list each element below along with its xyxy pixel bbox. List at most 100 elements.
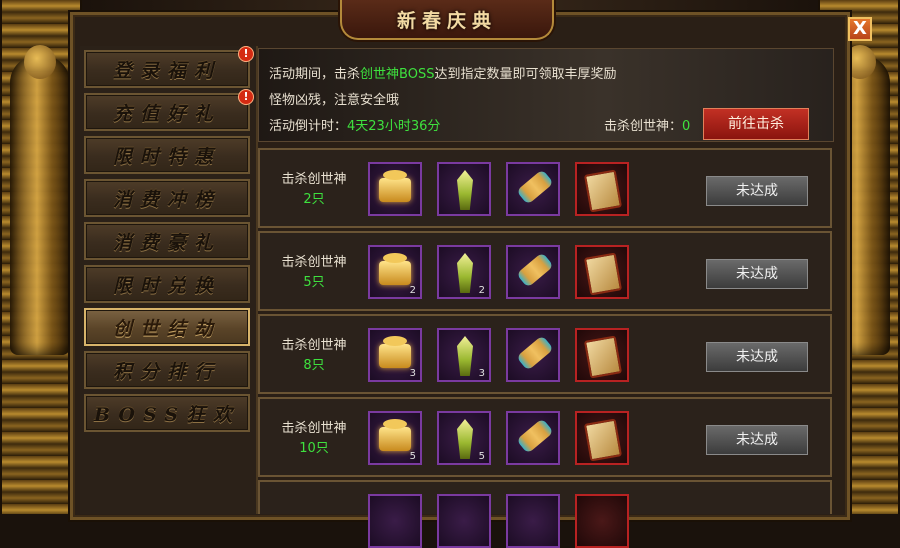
reward-item-crystal[interactable]: 5 [437,411,491,465]
reward-item-scroll[interactable] [506,328,560,382]
reward-item-crystal[interactable]: 3 [437,328,491,382]
reward-item-crystal[interactable]: 2 [437,245,491,299]
claim-status-button[interactable]: 未达成 [706,425,808,455]
reward-row: 击杀创世神 8只 3 3 未达成 [258,314,832,394]
reward-item-token-book[interactable] [575,494,629,548]
item-qty: 2 [409,285,416,296]
reward-item-gold-chest[interactable]: 2 [368,245,422,299]
token-book-icon [583,335,623,379]
sidebar-item-label: 创世结劫 [112,317,221,340]
sidebar-item-genesis-calamity[interactable]: 创世结劫 [84,308,250,346]
requirement-label: 击杀创世神 [281,421,347,436]
scroll-icon [516,169,554,205]
reward-row: 击杀创世神 5只 2 2 未达成 [258,231,832,311]
countdown-label: 活动倒计时： [269,119,348,134]
event-description: 活动期间，击杀创世神BOSS达到指定数量即可领取丰厚奖励 [269,63,616,82]
token-book-icon [583,418,623,462]
sidebar-item-label: 充值好礼 [112,102,221,125]
kill-counter: 击杀创世神：0 [604,115,690,134]
crystal-icon [457,336,473,376]
reward-requirement: 击杀创世神 8只 [264,336,364,376]
requirement-label: 击杀创世神 [281,338,347,353]
countdown: 活动倒计时：4天23小时36分 [269,115,440,134]
reward-item-gold-chest[interactable] [368,494,422,548]
alert-badge: ! [238,89,254,105]
requirement-count: 8只 [303,358,325,373]
countdown-value: 4天23小时36分 [347,119,441,134]
claim-status-button[interactable]: 未达成 [706,176,808,206]
sidebar-item-label: 消费冲榜 [112,188,221,211]
description-suffix: 达到指定数量即可领取丰厚奖励 [434,67,617,82]
reward-item-scroll[interactable] [506,162,560,216]
left-guardian-statue [10,45,70,355]
window-title: 新春庆典 [396,9,497,32]
reward-row: 击杀创世神 10只 5 5 未达成 [258,397,832,477]
requirement-count: 2只 [303,192,325,207]
reward-item-crystal[interactable] [437,162,491,216]
reward-item-scroll[interactable] [506,494,560,548]
event-info-panel: 活动期间，击杀创世神BOSS达到指定数量即可领取丰厚奖励 怪物凶残，注意安全哦 … [258,48,834,142]
gold-chest-icon [379,419,411,451]
window-title-plate: 新春庆典 [340,0,554,40]
sidebar-item-flash-sale[interactable]: 限时特惠 [84,136,250,174]
go-kill-button[interactable]: 前往击杀 [703,108,809,140]
scroll-icon [516,252,554,288]
token-book-icon [583,169,623,213]
sidebar-item-label: 限时兑换 [112,274,221,297]
sidebar-item-points-ranking[interactable]: 积分排行 [84,351,250,389]
claim-status-button[interactable]: 未达成 [706,259,808,289]
sidebar-item-spend-ranking[interactable]: 消费冲榜 [84,179,250,217]
reward-item-token-book[interactable] [575,411,629,465]
reward-requirement: 击杀创世神 10只 [264,419,364,459]
sidebar-item-login-bonus[interactable]: 登录福利 ! [84,46,254,88]
sidebar-item-boss-carnival[interactable]: BOSS狂欢 [84,394,250,432]
reward-item-crystal[interactable] [437,494,491,548]
crystal-icon [457,419,473,459]
sidebar-item-label: 消费豪礼 [112,231,221,254]
reward-item-scroll[interactable] [506,411,560,465]
warning-text: 怪物凶残，注意安全哦 [269,93,400,108]
gold-chest-icon [379,336,411,368]
reward-item-scroll[interactable] [506,245,560,299]
item-qty: 5 [409,451,416,462]
reward-item-gold-chest[interactable]: 3 [368,328,422,382]
claim-status-button[interactable]: 未达成 [706,342,808,372]
kill-counter-value: 0 [682,119,691,134]
sidebar-item-limited-exchange[interactable]: 限时兑换 [84,265,250,303]
sidebar-item-label: 登录福利 [112,59,221,82]
gold-chest-icon [379,253,411,285]
item-qty: 2 [478,285,485,296]
sidebar-item-spend-gift[interactable]: 消费豪礼 [84,222,250,260]
token-book-icon [583,252,623,296]
requirement-label: 击杀创世神 [281,172,347,187]
crystal-icon [457,170,473,210]
scroll-icon [516,335,554,371]
sidebar: 登录福利 ! 充值好礼 ! 限时特惠 消费冲榜 消费豪礼 限时兑换 创世结劫 积… [80,46,258,514]
reward-item-gold-chest[interactable] [368,162,422,216]
gold-chest-icon [379,170,411,202]
kill-counter-label: 击杀创世神： [604,119,683,134]
reward-item-gold-chest[interactable]: 5 [368,411,422,465]
scroll-icon [516,418,554,454]
reward-requirement: 击杀创世神 2只 [264,170,364,210]
reward-row-partial [258,480,832,548]
reward-row: 击杀创世神 2只 未达成 [258,148,832,228]
item-qty: 3 [478,368,485,379]
requirement-label: 击杀创世神 [281,255,347,270]
item-qty: 5 [478,451,485,462]
description-prefix: 活动期间，击杀 [269,67,361,82]
crystal-icon [457,253,473,293]
reward-item-token-book[interactable] [575,162,629,216]
requirement-count: 10只 [299,441,329,456]
sidebar-item-label: BOSS狂欢 [94,403,240,426]
reward-item-token-book[interactable] [575,245,629,299]
sidebar-item-label: 限时特惠 [112,145,221,168]
sidebar-item-label: 积分排行 [112,360,221,383]
alert-badge: ! [238,46,254,62]
close-button[interactable]: X [848,17,872,41]
reward-item-token-book[interactable] [575,328,629,382]
item-qty: 3 [409,368,416,379]
boss-name: 创世神BOSS [360,67,435,82]
sidebar-item-recharge-gift[interactable]: 充值好礼 ! [84,89,254,131]
reward-requirement: 击杀创世神 5只 [264,253,364,293]
